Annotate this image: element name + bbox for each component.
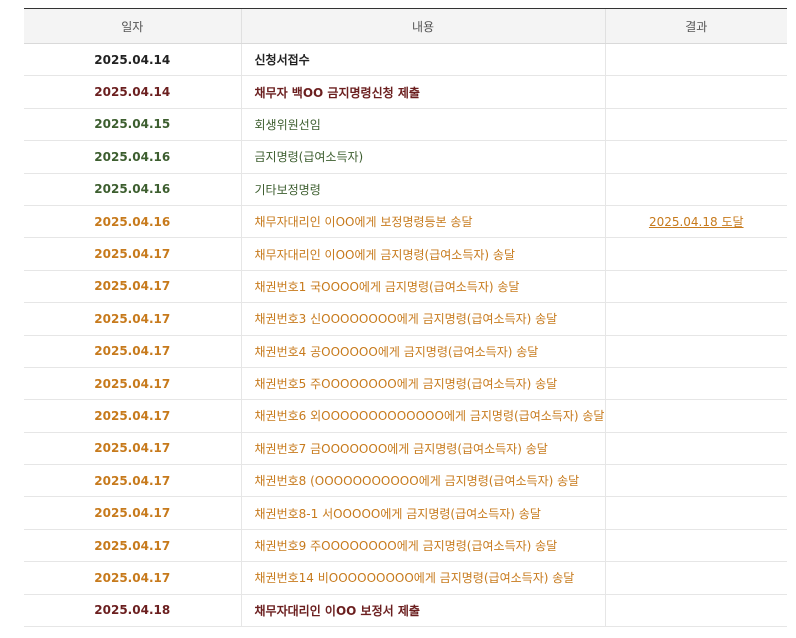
table-row: 2025.04.17 채권번호3 신OOOOOOOO에게 금지명령(급여소득자) … [24, 302, 787, 336]
row-date: 2025.04.16 [24, 173, 241, 206]
table-row: 2025.04.16 채무자대리인 이OO에게 보정명령등본 송달 2025.04.… [24, 205, 787, 239]
row-content: 채권번호6 외OOOOOOOOOOOOO에게 금지명령(급여소득자) 송달 [240, 399, 605, 433]
row-date: 2025.04.17 [24, 237, 241, 271]
table-row: 2025.04.17 채권번호9 주OOOOOOOO에게 금지명령(급여소득자) … [24, 529, 787, 563]
row-content: 채무자대리인 이OO에게 금지명령(급여소득자) 송달 [240, 237, 605, 271]
row-content: 채무자대리인 이OO에게 보정명령등본 송달 [240, 205, 605, 239]
row-content: 금지명령(급여소득자) [240, 140, 605, 174]
row-result [604, 108, 787, 142]
case-progress-table: 일자 내용 결과 2025.04.14 신청서접수 2025.04.14 채무자 백O… [24, 8, 787, 628]
row-result [604, 302, 787, 336]
row-date: 2025.04.17 [24, 432, 241, 466]
row-content: 채권번호3 신OOOOOOOO에게 금지명령(급여소득자) 송달 [240, 302, 605, 336]
row-content: 채권번호8-1 서OOOOO에게 금지명령(급여소득자) 송달 [240, 496, 605, 530]
row-content: 채무자 백OO 금지명령신청 제출 [240, 75, 605, 109]
row-result [604, 237, 787, 271]
table-row: 2025.04.17 채권번호7 금OOOOOOO에게 금지명령(급여소득자) 송… [24, 432, 787, 466]
row-content: 채무자대리인 이OO 보정서 제출 [240, 594, 605, 628]
row-result [604, 561, 787, 595]
table-row: 2025.04.17 채무자대리인 이OO에게 금지명령(급여소득자) 송달 [24, 237, 787, 271]
row-result [604, 432, 787, 466]
row-result [604, 335, 787, 368]
row-date: 2025.04.15 [24, 108, 241, 142]
row-result [604, 173, 787, 206]
row-content: 채권번호7 금OOOOOOO에게 금지명령(급여소득자) 송달 [240, 432, 605, 466]
table-header: 일자 내용 결과 [24, 8, 787, 44]
row-date: 2025.04.17 [24, 335, 241, 368]
row-result [604, 464, 787, 498]
row-date: 2025.04.17 [24, 464, 241, 498]
row-result [604, 496, 787, 530]
table-row: 2025.04.16 기타보정명령 [24, 173, 787, 206]
row-result [604, 75, 787, 109]
row-content: 채권번호5 주OOOOOOOO에게 금지명령(급여소득자) 송달 [240, 367, 605, 401]
row-result [604, 529, 787, 563]
row-result: 2025.04.18 도달 [604, 205, 787, 239]
table-row: 2025.04.17 채권번호14 비OOOOOOOOO에게 금지명령(급여소득자… [24, 561, 787, 595]
table-body: 2025.04.14 신청서접수 2025.04.14 채무자 백OO 금지명령신청 … [24, 43, 787, 628]
row-content: 채권번호9 주OOOOOOOO에게 금지명령(급여소득자) 송달 [240, 529, 605, 563]
table-row: 2025.04.16 금지명령(급여소득자) [24, 140, 787, 174]
table-header-row: 일자 내용 결과 [24, 8, 787, 44]
column-header-date: 일자 [24, 8, 241, 44]
row-date: 2025.04.14 [24, 43, 241, 77]
row-date: 2025.04.16 [24, 205, 241, 239]
row-content: 채권번호1 국OOOO에게 금지명령(급여소득자) 송달 [240, 270, 605, 304]
table-row: 2025.04.17 채권번호1 국OOOO에게 금지명령(급여소득자) 송달 [24, 270, 787, 304]
table-row: 2025.04.14 신청서접수 [24, 43, 787, 77]
table-row: 2025.04.15 회생위원선임 [24, 108, 787, 142]
result-delivery-link[interactable]: 2025.04.18 도달 [649, 215, 744, 229]
case-progress-table-wrapper: 일자 내용 결과 2025.04.14 신청서접수 2025.04.14 채무자 백O… [24, 8, 787, 628]
row-date: 2025.04.17 [24, 367, 241, 401]
row-date: 2025.04.16 [24, 140, 241, 174]
table-row: 2025.04.14 채무자 백OO 금지명령신청 제출 [24, 75, 787, 109]
row-date: 2025.04.17 [24, 270, 241, 304]
row-content: 기타보정명령 [240, 173, 605, 206]
column-header-result: 결과 [604, 8, 787, 44]
row-content: 회생위원선임 [240, 108, 605, 142]
column-header-content: 내용 [240, 8, 605, 44]
row-date: 2025.04.17 [24, 561, 241, 595]
row-content: 신청서접수 [240, 43, 605, 77]
table-row: 2025.04.17 채권번호8 (OOOOOOOOOOO에게 금지명령(급여소득… [24, 464, 787, 498]
table-row: 2025.04.17 채권번호8-1 서OOOOO에게 금지명령(급여소득자) 송… [24, 496, 787, 530]
row-date: 2025.04.18 [24, 594, 241, 628]
row-date: 2025.04.17 [24, 529, 241, 563]
row-date: 2025.04.14 [24, 75, 241, 109]
row-date: 2025.04.17 [24, 302, 241, 336]
row-date: 2025.04.17 [24, 399, 241, 433]
row-result [604, 399, 787, 433]
row-result [604, 367, 787, 401]
row-content: 채권번호14 비OOOOOOOOO에게 금지명령(급여소득자) 송달 [240, 561, 605, 595]
row-result [604, 594, 787, 628]
row-content: 채권번호4 공OOOOOO에게 금지명령(급여소득자) 송달 [240, 335, 605, 368]
row-result [604, 140, 787, 174]
row-date: 2025.04.17 [24, 496, 241, 530]
table-row: 2025.04.18 채무자대리인 이OO 보정서 제출 [24, 594, 787, 628]
row-result [604, 43, 787, 77]
table-row: 2025.04.17 채권번호4 공OOOOOO에게 금지명령(급여소득자) 송달 [24, 335, 787, 368]
table-row: 2025.04.17 채권번호6 외OOOOOOOOOOOOO에게 금지명령(급여… [24, 399, 787, 433]
row-content: 채권번호8 (OOOOOOOOOOO에게 금지명령(급여소득자) 송달 [240, 464, 605, 498]
row-result [604, 270, 787, 304]
table-row: 2025.04.17 채권번호5 주OOOOOOOO에게 금지명령(급여소득자) … [24, 367, 787, 401]
